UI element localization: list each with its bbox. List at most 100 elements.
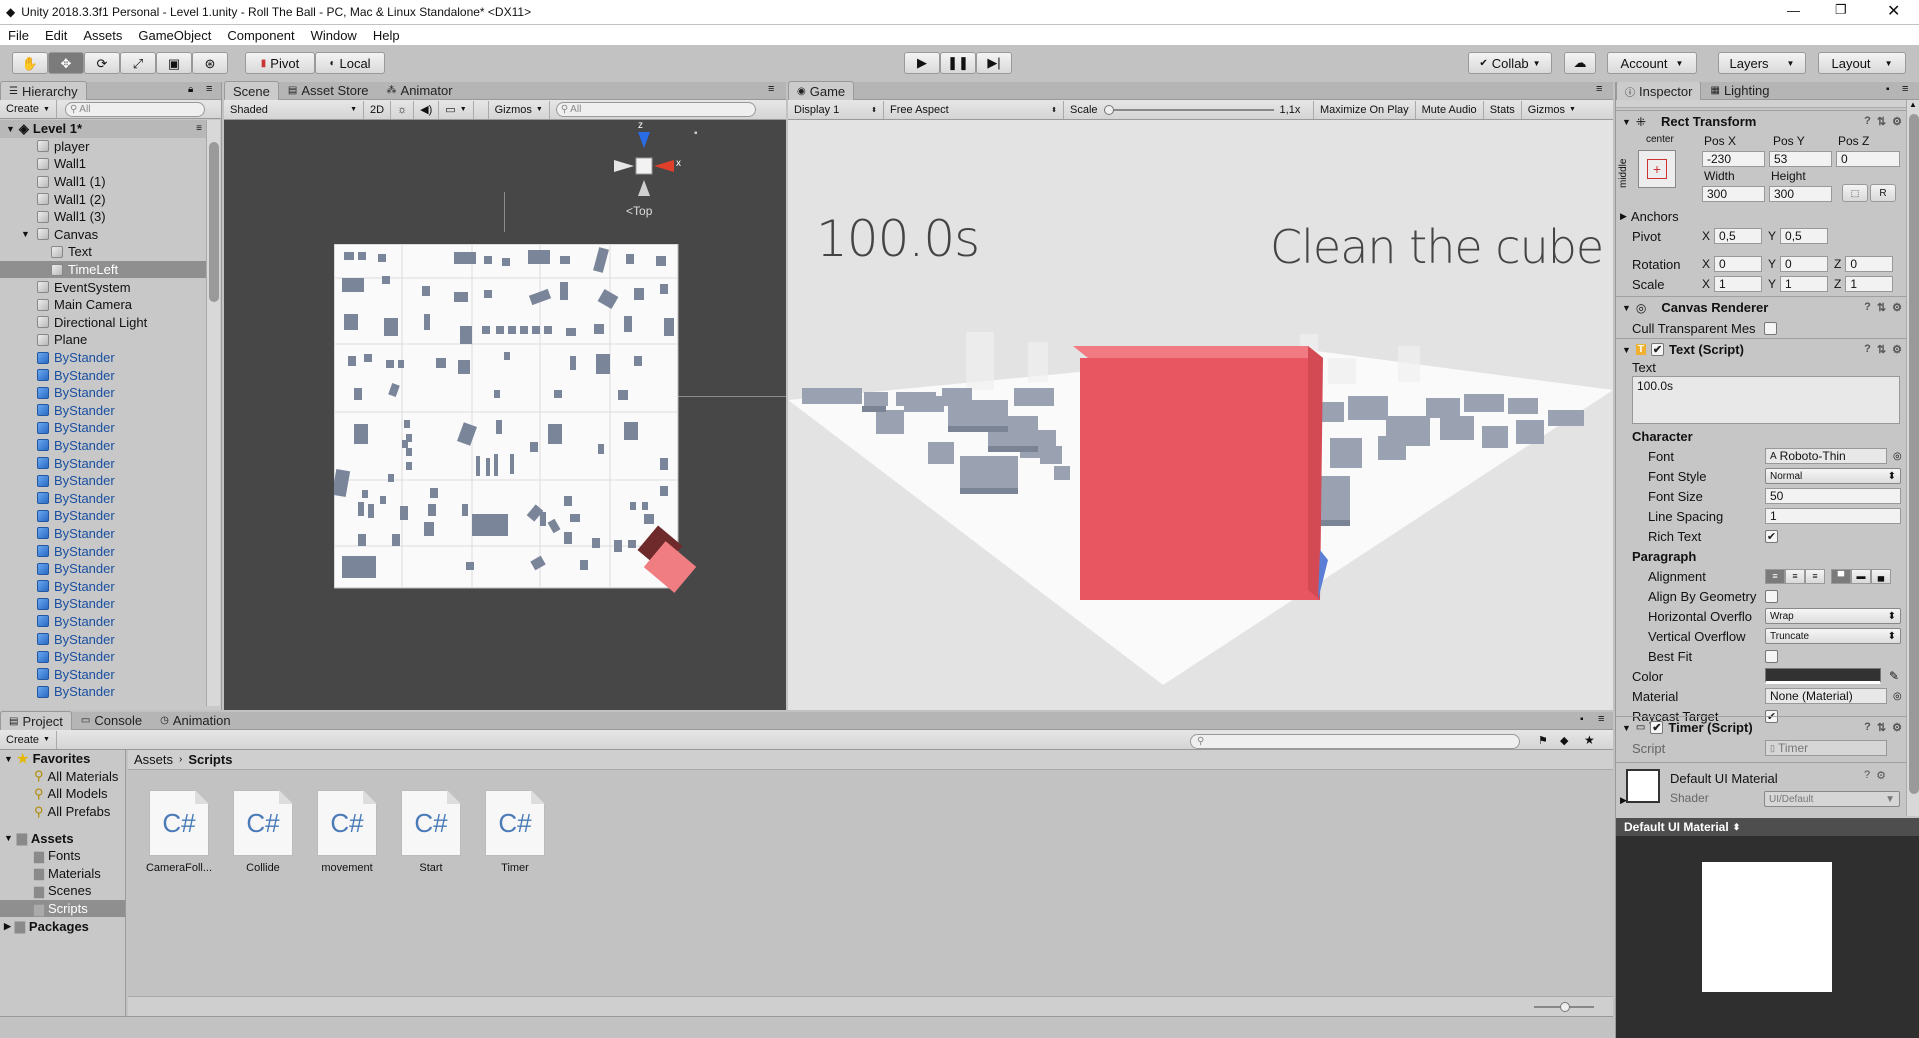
list-item[interactable]: ▼ Canvas [0, 226, 206, 244]
align-geometry-checkbox[interactable] [1765, 589, 1778, 603]
audio-toggle[interactable]: ◀) [414, 100, 440, 119]
anchor-preset-button[interactable]: + [1638, 150, 1676, 188]
list-item[interactable]: ByStander [0, 489, 206, 507]
menu-file[interactable]: File [8, 28, 29, 43]
move-tool-button[interactable]: ✥ [48, 52, 84, 74]
menu-help[interactable]: Help [373, 28, 400, 43]
scrollbar-thumb[interactable] [1909, 114, 1919, 794]
help-icon[interactable]: ? [1864, 721, 1871, 734]
scene-gizmos-dropdown[interactable]: Gizmos ▼ [487, 100, 550, 119]
lock-icon[interactable]: ▪ [1580, 714, 1584, 725]
rect-tool-button[interactable]: ▣ [156, 52, 192, 74]
expand-arrow-icon[interactable]: ▼ [1622, 723, 1631, 733]
posx-field[interactable]: -230 [1702, 151, 1765, 167]
preset-icon[interactable]: ⇅ [1877, 115, 1886, 128]
list-item[interactable]: ByStander [0, 366, 206, 384]
width-field[interactable]: 300 [1702, 186, 1765, 202]
list-item[interactable]: ByStander [0, 665, 206, 683]
height-field[interactable]: 300 [1769, 186, 1832, 202]
expand-arrow-icon[interactable]: ▼ [1622, 117, 1631, 127]
scale-tool-button[interactable]: ⤢ [120, 52, 156, 74]
cull-checkbox[interactable] [1764, 321, 1777, 335]
breadcrumb-current[interactable]: Scripts [188, 752, 232, 767]
text-script-header[interactable]: ▼ T ✔ Text (Script) ? ⇅ ⚙ [1616, 338, 1906, 360]
expand-arrow-icon[interactable]: ▼ [21, 229, 37, 239]
layout-dropdown[interactable]: Layout ▼ [1818, 52, 1906, 74]
scale-slider-thumb[interactable] [1103, 104, 1114, 115]
script-file-item[interactable]: C# Start [386, 790, 476, 874]
align-bottom-button[interactable]: ▄ [1871, 568, 1891, 584]
local-toggle[interactable]: ◐ Local [315, 52, 385, 74]
gear-icon[interactable]: ⚙ [1892, 721, 1902, 734]
list-item-selected[interactable]: ▆ Scripts [0, 899, 125, 918]
expand-arrow-icon[interactable]: ▼ [1622, 303, 1631, 313]
project-search-input[interactable]: ⚲ [1190, 734, 1520, 749]
scale-y-field[interactable]: 1 [1780, 276, 1829, 292]
menu-assets[interactable]: Assets [83, 28, 122, 43]
game-gizmos-dropdown[interactable]: Gizmos ▼ [1522, 101, 1582, 119]
list-item[interactable]: Wall1 (1) [0, 173, 206, 191]
breadcrumb-root[interactable]: Assets [134, 752, 173, 767]
blueprint-mode-button[interactable]: ⬚ [1842, 184, 1868, 202]
list-item[interactable]: ▆ Scenes [0, 882, 125, 900]
list-item[interactable]: Wall1 [0, 155, 206, 173]
rect-transform-header[interactable]: ▼ ⁜ Rect Transform ? ⇅ ⚙ [1616, 110, 1906, 132]
gear-icon[interactable]: ⚙ [1876, 769, 1886, 782]
transform-tool-button[interactable]: ⊛ [192, 52, 228, 74]
font-size-field[interactable]: 50 [1765, 488, 1901, 504]
account-dropdown[interactable]: Account ▼ [1607, 52, 1697, 74]
favorite-star-icon[interactable]: ★ [1584, 733, 1595, 747]
list-item[interactable]: ByStander [0, 683, 206, 701]
inspector-scrollbar[interactable]: ▲ [1906, 100, 1919, 816]
material-preview-header[interactable]: Default UI Material ⬍ [1616, 818, 1919, 836]
tab-project[interactable]: ▤ Project [0, 711, 72, 730]
minimize-icon[interactable]: — [1787, 3, 1800, 18]
list-item[interactable]: Wall1 (2) [0, 190, 206, 208]
play-button[interactable]: ▶ [904, 52, 940, 74]
tab-animator[interactable]: ⁂ Animator [378, 81, 462, 100]
list-item[interactable]: ⚲ All Prefabs [0, 803, 125, 821]
align-left-button[interactable]: ≡ [1765, 568, 1785, 584]
lock-icon[interactable]: ▪ [1886, 84, 1890, 95]
script-file-item[interactable]: C# movement [302, 790, 392, 874]
align-top-button[interactable]: ▀ [1831, 568, 1851, 584]
list-item[interactable]: ⚲ All Materials [0, 768, 125, 786]
shading-mode-dropdown[interactable]: Shaded ▼ [224, 100, 364, 119]
timer-script-header[interactable]: ▼ ▭ ✔ Timer (Script) ? ⇅ ⚙ [1616, 716, 1906, 738]
rot-y-field[interactable]: 0 [1780, 256, 1829, 272]
tab-hierarchy[interactable]: ☰ Hierarchy [0, 81, 87, 100]
list-item[interactable]: EventSystem [0, 278, 206, 296]
scale-slider-track[interactable] [1103, 104, 1274, 115]
help-icon[interactable]: ? [1864, 343, 1871, 356]
lighting-toggle[interactable]: ☼ [391, 100, 415, 119]
expand-arrow-icon[interactable]: ▶ [1620, 795, 1627, 806]
scale-z-field[interactable]: 1 [1845, 276, 1894, 292]
tab-lighting[interactable]: ▦ Lighting [1701, 82, 1778, 100]
list-item[interactable]: ByStander [0, 613, 206, 631]
pivot-y-field[interactable]: 0,5 [1780, 228, 1829, 244]
anchors-foldout[interactable]: ▶ Anchors [1620, 206, 1679, 226]
lock-icon[interactable]: ▪ [694, 128, 698, 139]
scale-x-field[interactable]: 1 [1714, 276, 1763, 292]
panel-menu-icon[interactable]: ≡ [206, 83, 212, 95]
stats-toggle[interactable]: Stats [1484, 100, 1522, 119]
2d-toggle[interactable]: 2D [364, 100, 392, 119]
assets-row[interactable]: ▼ ▆ Assets [0, 829, 125, 847]
list-item[interactable]: ByStander [0, 437, 206, 455]
hierarchy-search-input[interactable]: ⚲ All [64, 101, 205, 117]
list-item[interactable]: ByStander [0, 542, 206, 560]
packages-row[interactable]: ▶ ▆ Packages [0, 917, 125, 935]
menu-component[interactable]: Component [227, 28, 294, 43]
scene-viewport[interactable]: z x ▪ <Top [224, 120, 786, 710]
pivot-x-field[interactable]: 0,5 [1714, 228, 1763, 244]
preset-icon[interactable]: ⇅ [1877, 301, 1886, 314]
pivot-toggle[interactable]: ▮ Pivot [245, 52, 315, 74]
list-item[interactable]: ByStander [0, 384, 206, 402]
list-item[interactable]: ByStander [0, 577, 206, 595]
list-item[interactable]: ByStander [0, 419, 206, 437]
align-center-button[interactable]: ≡ [1785, 568, 1805, 584]
list-item[interactable]: Directional Light [0, 314, 206, 332]
list-item[interactable]: player [0, 138, 206, 156]
eyedropper-icon[interactable]: ✎ [1889, 669, 1899, 683]
help-icon[interactable]: ? [1864, 769, 1870, 782]
